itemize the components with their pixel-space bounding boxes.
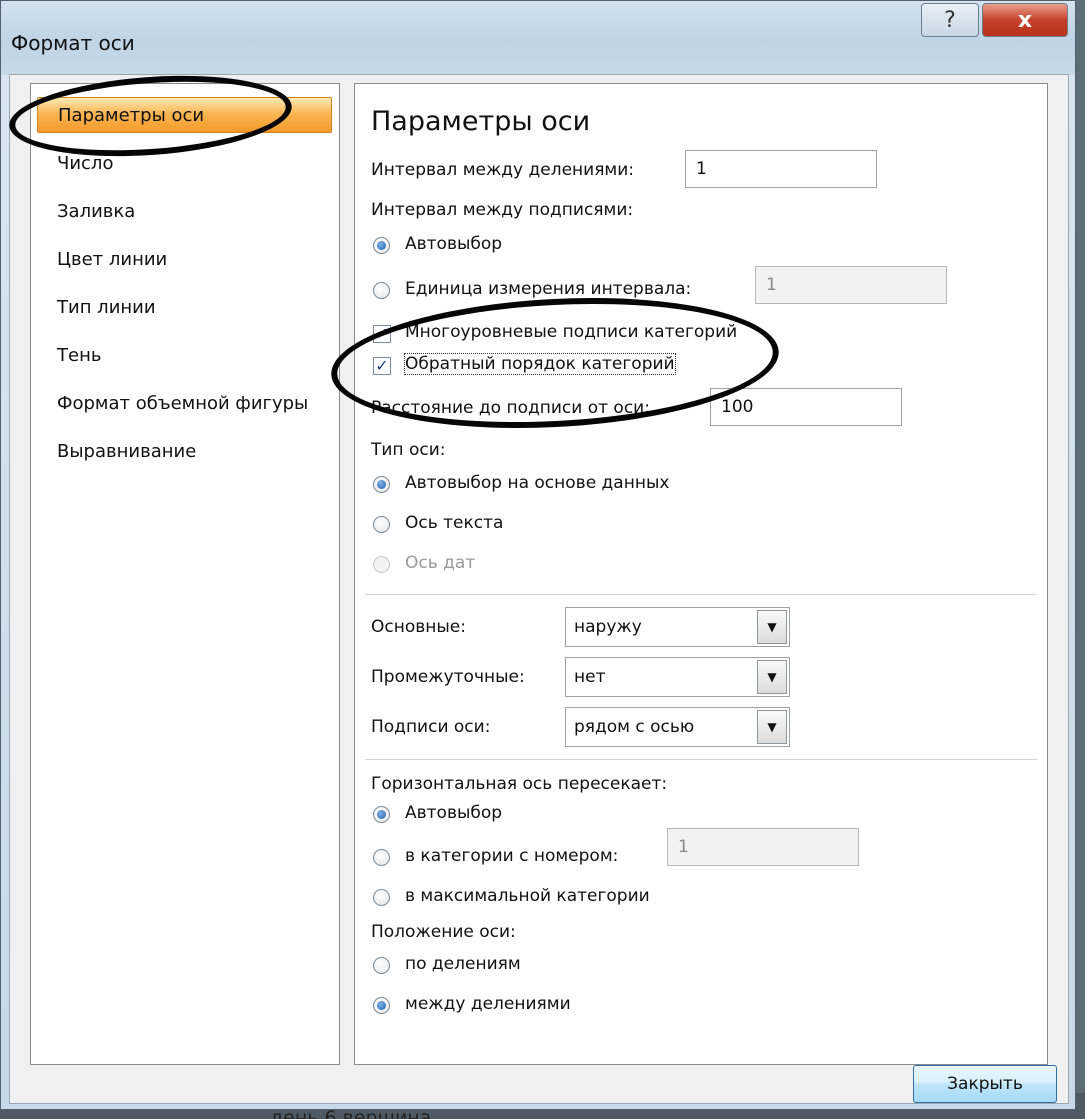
axis-type-date-label: Ось дат: [405, 553, 476, 573]
label-interval-unit-radio[interactable]: [373, 282, 390, 299]
title-bar: Формат оси ? x: [1, 1, 1075, 75]
close-button[interactable]: Закрыть: [913, 1065, 1057, 1103]
position-on-ticks-radio[interactable]: [373, 957, 390, 974]
reverse-order-checkbox[interactable]: ✓: [373, 357, 391, 375]
panel-title: Параметры оси: [371, 106, 591, 137]
close-icon: x: [1017, 7, 1033, 33]
format-axis-dialog: Формат оси ? x Параметры оси Число Залив…: [0, 0, 1076, 1110]
dialog-title: Формат оси: [11, 31, 135, 55]
major-tick-value: наружу: [574, 617, 642, 637]
label-interval-label: Интервал между подписями:: [371, 200, 634, 220]
help-icon: ?: [944, 7, 956, 33]
axis-type-auto-label: Автовыбор на основе данных: [405, 473, 670, 493]
multilevel-labels-label: Многоуровневые подписи категорий: [405, 322, 738, 342]
multilevel-labels-checkbox[interactable]: ✓: [373, 325, 391, 343]
crosses-category-label: в категории с номером:: [405, 846, 619, 866]
nav-item-fill[interactable]: Заливка: [37, 194, 332, 230]
dialog-client: Параметры оси Число Заливка Цвет линии Т…: [9, 74, 1069, 1104]
axis-type-text-label: Ось текста: [405, 513, 504, 533]
axis-labels-select[interactable]: рядом с осью ▼: [565, 707, 790, 747]
axis-type-auto-radio[interactable]: [373, 476, 390, 493]
label-distance-label: Расстояние до подписи от оси:: [371, 398, 650, 418]
crosses-max-label: в максимальной категории: [405, 886, 650, 906]
axis-labels-label: Подписи оси:: [371, 717, 491, 737]
reverse-order-label: Обратный порядок категорий: [404, 353, 676, 375]
axis-type-label: Тип оси:: [371, 440, 446, 460]
label-interval-unit-input[interactable]: 1: [755, 266, 947, 304]
separator: [365, 759, 1037, 760]
chevron-down-icon[interactable]: ▼: [757, 710, 787, 744]
nav-item-shadow[interactable]: Тень: [37, 338, 332, 374]
major-tick-select[interactable]: наружу ▼: [565, 607, 790, 647]
close-window-button[interactable]: x: [982, 3, 1068, 37]
axis-labels-value: рядом с осью: [574, 717, 695, 737]
nav-item-alignment[interactable]: Выравнивание: [37, 434, 332, 470]
chevron-down-icon[interactable]: ▼: [757, 660, 787, 694]
chevron-down-icon[interactable]: ▼: [757, 610, 787, 644]
label-distance-input[interactable]: 100: [710, 388, 902, 426]
crosses-label: Горизонтальная ось пересекает:: [371, 774, 668, 794]
label-interval-auto-label: Автовыбор: [405, 234, 503, 254]
crosses-category-input[interactable]: 1: [667, 828, 859, 866]
position-on-ticks-label: по делениям: [405, 954, 521, 974]
tick-interval-input[interactable]: 1: [685, 150, 877, 188]
label-interval-auto-radio[interactable]: [373, 237, 390, 254]
axis-type-text-radio[interactable]: [373, 516, 390, 533]
minor-tick-select[interactable]: нет ▼: [565, 657, 790, 697]
nav-item-3d-format[interactable]: Формат объемной фигуры: [37, 386, 332, 422]
label-interval-unit-label: Единица измерения интервала:: [405, 279, 692, 299]
tick-interval-label: Интервал между делениями:: [371, 160, 635, 180]
separator: [365, 594, 1037, 595]
crosses-auto-label: Автовыбор: [405, 803, 503, 823]
major-tick-label: Основные:: [371, 617, 466, 637]
minor-tick-value: нет: [574, 667, 606, 687]
nav-item-axis-options[interactable]: Параметры оси: [37, 97, 332, 133]
minor-tick-label: Промежуточные:: [371, 667, 525, 687]
crosses-auto-radio[interactable]: [373, 806, 390, 823]
crosses-category-radio[interactable]: [373, 849, 390, 866]
nav-item-line-color[interactable]: Цвет линии: [37, 242, 332, 278]
nav-item-number[interactable]: Число: [37, 146, 332, 182]
axis-options-panel: Параметры оси Интервал между делениями: …: [354, 83, 1048, 1065]
nav-item-line-style[interactable]: Тип линии: [37, 290, 332, 326]
axis-type-date-radio[interactable]: [373, 556, 390, 573]
crosses-max-radio[interactable]: [373, 889, 390, 906]
position-between-radio[interactable]: [373, 997, 390, 1014]
help-button[interactable]: ?: [921, 3, 979, 37]
position-label: Положение оси:: [371, 922, 516, 942]
category-nav: Параметры оси Число Заливка Цвет линии Т…: [30, 83, 340, 1065]
position-between-label: между делениями: [405, 994, 571, 1014]
